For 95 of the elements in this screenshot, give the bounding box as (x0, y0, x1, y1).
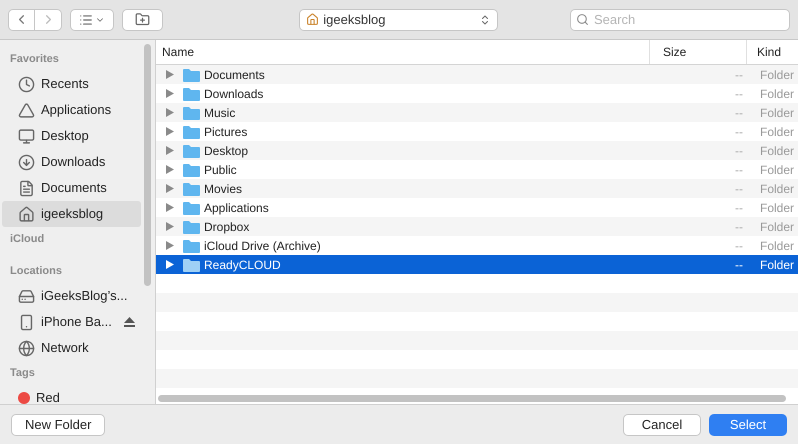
file-kind: Folder (760, 104, 794, 122)
file-kind: Folder (760, 256, 794, 274)
file-name: Music (204, 104, 236, 122)
file-name: Dropbox (204, 218, 250, 236)
view-options-button[interactable] (70, 8, 114, 30)
sidebar-item[interactable]: Documents (2, 175, 141, 201)
folder-icon (183, 106, 200, 120)
file-size: -- (734, 142, 743, 160)
column-header[interactable]: Name (156, 40, 650, 64)
section-heading: Locations (9, 264, 63, 279)
file-kind: Folder (760, 162, 794, 178)
disclosure-triangle-icon[interactable] (166, 70, 174, 79)
file-kind: Folder (760, 66, 794, 84)
sidebar-item[interactable]: Applications (2, 97, 141, 123)
file-kind: Folder (760, 86, 794, 102)
clock-icon (18, 76, 35, 92)
folder-icon (183, 182, 200, 196)
disclosure-triangle-icon[interactable] (166, 222, 174, 231)
folder-icon (183, 238, 200, 252)
sidebar-item[interactable]: Red (2, 385, 141, 404)
folder-icon (183, 144, 200, 158)
section-heading: iCloud (9, 232, 46, 247)
folder-icon (183, 258, 200, 272)
disclosure-triangle-icon[interactable] (166, 127, 174, 136)
file-name: Documents (204, 66, 265, 84)
sidebar-item[interactable]: igeeksblog (2, 201, 141, 227)
folder-icon (183, 220, 200, 234)
section-heading: Favorites (9, 52, 60, 67)
file-size: -- (734, 104, 743, 122)
file-name: iCloud Drive (Archive) (204, 238, 321, 254)
file-size: -- (734, 86, 743, 102)
file-size: -- (734, 256, 743, 274)
disclosure-triangle-icon[interactable] (166, 146, 174, 155)
file-kind: Folder (760, 200, 794, 216)
new-folder-button[interactable]: New Folder (11, 414, 106, 436)
globe-icon (18, 340, 35, 356)
eject-icon[interactable] (124, 317, 135, 327)
sidebar-item[interactable]: Network (2, 335, 141, 361)
file-kind: Folder (760, 218, 794, 236)
file-name: Applications (204, 200, 269, 216)
sidebar-item[interactable]: Downloads (2, 149, 141, 175)
disclosure-triangle-icon[interactable] (166, 89, 174, 98)
disclosure-triangle-icon[interactable] (166, 184, 174, 193)
file-row[interactable]: ReadyCLOUD -- Folder (156, 255, 798, 274)
folder-icon (183, 200, 200, 214)
column-header[interactable]: Size (650, 40, 747, 64)
disclosure-triangle-icon[interactable] (166, 260, 174, 269)
sidebar-item[interactable]: Desktop (2, 123, 141, 149)
folder-icon (183, 68, 200, 82)
file-name: Movies (204, 180, 242, 198)
file-size: -- (734, 218, 743, 236)
file-name: Downloads (204, 86, 264, 102)
home-icon (306, 13, 320, 26)
file-size: -- (734, 162, 743, 178)
cancel-button[interactable]: Cancel (623, 414, 701, 436)
file-kind: Folder (760, 124, 794, 140)
monitor-icon (18, 128, 35, 144)
file-name: Public (204, 162, 237, 178)
file-name: Desktop (204, 142, 248, 160)
file-name: ReadyCLOUD (204, 256, 281, 274)
file-size: -- (734, 180, 743, 198)
file-size: -- (734, 124, 743, 140)
path-popup[interactable]: igeeksblog (299, 8, 498, 30)
drive-icon (18, 288, 35, 304)
file-kind: Folder (760, 142, 794, 160)
disclosure-triangle-icon[interactable] (166, 165, 174, 174)
sidebar-item[interactable]: iGeeksBlog’s... (2, 283, 141, 309)
file-kind: Folder (760, 238, 794, 254)
file-size: -- (734, 200, 743, 216)
home-icon (18, 206, 35, 222)
sidebar-item[interactable]: iPhone Ba... (2, 309, 141, 335)
sidebar-item[interactable]: Recents (2, 71, 141, 97)
file-kind: Folder (760, 180, 794, 198)
document-icon (18, 180, 35, 196)
disclosure-triangle-icon[interactable] (166, 203, 174, 212)
folder-icon (183, 124, 200, 138)
new-folder-icon-button[interactable] (122, 8, 163, 30)
search-icon (576, 12, 590, 26)
disclosure-triangle-icon[interactable] (166, 241, 174, 250)
scrollbar-thumb[interactable] (144, 44, 151, 286)
select-button[interactable]: Select (709, 414, 787, 436)
column-header[interactable]: Kind (747, 40, 798, 64)
search-field[interactable]: Search (570, 8, 790, 30)
file-name: Pictures (204, 124, 248, 140)
disclosure-triangle-icon[interactable] (166, 108, 174, 117)
list-icon (79, 12, 94, 26)
section-heading: Tags (9, 366, 36, 381)
file-size: -- (734, 238, 743, 254)
folder-icon (183, 162, 200, 176)
folder-plus-icon (135, 12, 150, 27)
file-size: -- (734, 66, 743, 84)
folder-icon (183, 86, 200, 100)
download-icon (18, 154, 35, 170)
back-button[interactable] (8, 8, 35, 30)
horizontal-scrollbar[interactable] (158, 395, 786, 402)
